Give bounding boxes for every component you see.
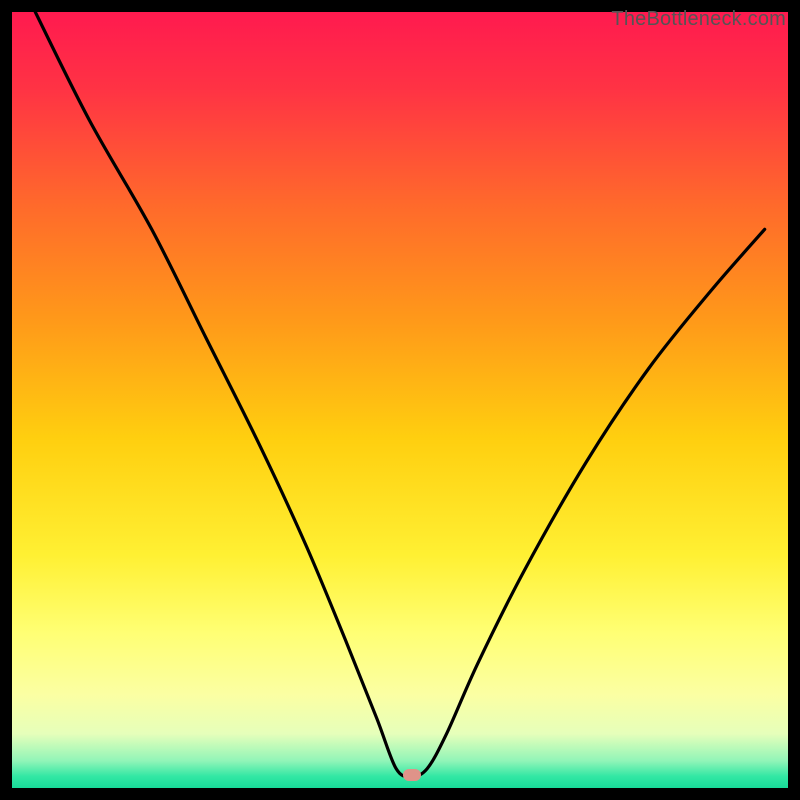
- curve-path: [35, 12, 764, 777]
- bottleneck-curve: [12, 12, 788, 788]
- watermark-text: TheBottleneck.com: [611, 8, 786, 31]
- chart-frame: TheBottleneck.com: [12, 12, 788, 788]
- optimal-marker: [403, 769, 421, 781]
